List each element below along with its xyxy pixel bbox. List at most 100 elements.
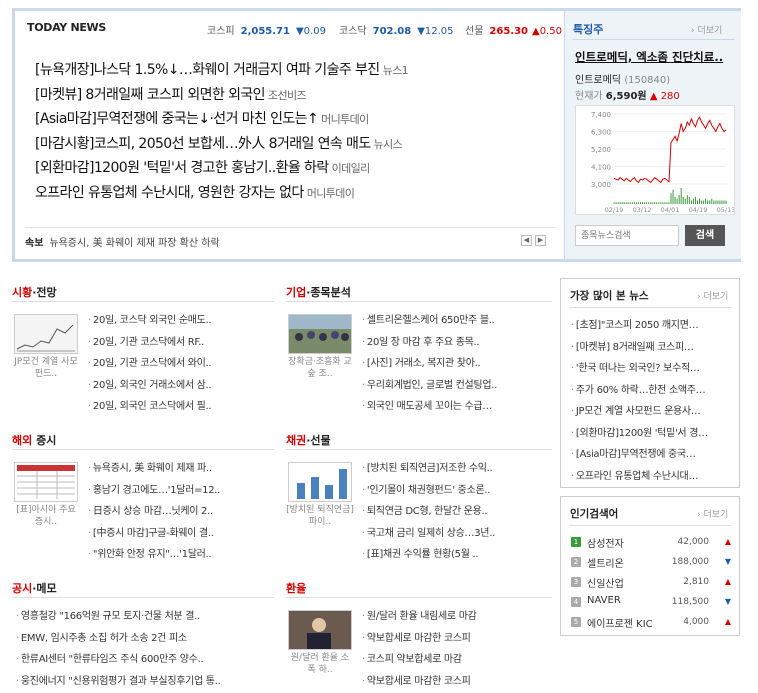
- divider: [12, 449, 274, 450]
- section-title[interactable]: 공시·메모: [12, 580, 57, 596]
- featured-stock-name[interactable]: 인트로메딕 (150840): [575, 71, 670, 86]
- list-item[interactable]: [中증시 마감]구글-화웨이 결..: [88, 524, 220, 546]
- kospi-index[interactable]: 코스피2,055.71▼0.09: [207, 22, 326, 37]
- x-tick-label: 04/01: [661, 206, 680, 214]
- headline-text[interactable]: [뉴욕개장]나스닥 1.5%↓…화웨이 거래금지 여파 기술주 부진: [35, 62, 380, 78]
- popular-item[interactable]: 4NAVER118,500▼: [571, 595, 737, 615]
- kospi-change: ▼0.09: [296, 26, 326, 37]
- featured-more-link[interactable]: › 더보기: [691, 23, 722, 36]
- thumbnail-caption[interactable]: [표]아시아 주요 증시..: [12, 504, 80, 528]
- list-item[interactable]: 20일, 코스닥 외국인 순매도..: [88, 311, 211, 333]
- bond-thumbnail[interactable]: [288, 462, 352, 502]
- keyword[interactable]: 삼성전자: [587, 535, 624, 550]
- popular-item[interactable]: 2셀트리온188,000▼: [571, 555, 737, 575]
- list-item[interactable]: 국고채 금리 일제히 상승…3년..: [362, 524, 495, 546]
- price-value: 6,590원: [606, 91, 647, 102]
- list-item[interactable]: '인기몰이 채권형펀드' 중소론..: [362, 481, 495, 503]
- keyword[interactable]: 셀트리온: [587, 555, 624, 570]
- search-button[interactable]: 검색: [685, 225, 725, 246]
- popular-item[interactable]: 1삼성전자42,000▲: [571, 535, 737, 555]
- headline-item[interactable]: [마감시황]코스피, 2050선 보합세…外人 8거래일 연속 매도뉴시스: [35, 133, 555, 158]
- thumbnail-caption[interactable]: 장확금·조흥화 교 숲 조..: [286, 356, 354, 380]
- keyword[interactable]: 신일산업: [587, 575, 624, 590]
- list-item[interactable]: 약보합세로 마감한 코스피: [362, 629, 477, 651]
- list-item[interactable]: 한류AI센터 "한류타임즈 주식 600만주 양수..: [16, 650, 220, 672]
- company-photo[interactable]: [288, 314, 352, 354]
- list-item[interactable]: 주가 60% 하락…한전 소액주…: [571, 381, 733, 403]
- thumbnail-caption[interactable]: 원/달러 환율 소 폭 하..: [286, 652, 354, 676]
- list-item[interactable]: 20일, 외국인 코스닥에서 필..: [88, 397, 211, 419]
- headline-text[interactable]: [Asia마감]무역전쟁에 중국는↓·선거 마친 인도는↑: [35, 111, 318, 127]
- kosdaq-index[interactable]: 코스닥702.08▼12.05: [339, 22, 454, 37]
- list-item[interactable]: 뉴욕증시, 美 화웨이 제재 파..: [88, 459, 220, 481]
- headline-source: 조선비즈: [268, 89, 306, 102]
- headline-item[interactable]: [마켓뷰] 8거래일째 코스피 외면한 외국인조선비즈: [35, 84, 555, 109]
- market-thumbnail[interactable]: [14, 314, 78, 354]
- thumbnail-caption[interactable]: JP모건 계열 사모펀드..: [12, 356, 80, 380]
- list-item[interactable]: [Asia마감]무역전쟁에 중국…: [571, 445, 733, 467]
- breaking-text[interactable]: 뉴욕증시, 美 화웨이 제재 파장 확산 하락: [49, 238, 219, 249]
- list-item[interactable]: JP모건 계열 사모펀드 운용사…: [571, 402, 733, 424]
- list-item[interactable]: [표]채권 수익률 현황(5월 ..: [362, 545, 495, 567]
- section-title[interactable]: 시황·전망: [12, 284, 57, 300]
- stock-news-search-input[interactable]: [575, 225, 679, 246]
- futures-index[interactable]: 선물265.30▲0.50: [465, 22, 562, 37]
- headline-text[interactable]: [마켓뷰] 8거래일째 코스피 외면한 외국인: [35, 87, 265, 103]
- list-item[interactable]: 영흥철강 "166억원 규모 토지·건물 처분 결..: [16, 607, 220, 629]
- x-tick-label: 05/13: [717, 206, 734, 214]
- list-item[interactable]: 셀트리온헬스케어 650만주 블..: [362, 311, 497, 333]
- popular-more-link[interactable]: › 더보기: [697, 507, 728, 520]
- featured-headline[interactable]: 인트로메딕, 엑소좀 진단치료..: [575, 49, 735, 65]
- forex-photo[interactable]: [288, 610, 352, 650]
- keyword-price: 188,000: [672, 557, 709, 567]
- most-read-title: 가장 많이 본 뉴스: [570, 288, 649, 303]
- list-item[interactable]: [사진] 거래소, 복지관 찾아..: [362, 354, 497, 376]
- list-item[interactable]: [초점]"코스피 2050 깨지면…: [571, 316, 733, 338]
- list-item[interactable]: EMW, 임시주총 소집 허가 소송 2건 피소: [16, 629, 220, 651]
- list-item[interactable]: 외국인 매도공세 꼬이는 수급…: [362, 397, 497, 419]
- section-title[interactable]: 기업·종목분석: [286, 284, 351, 300]
- list-item[interactable]: 20일, 기관 코스닥에서 와이..: [88, 354, 211, 376]
- headline-text[interactable]: 오프라인 유통업체 수난시대, 영원한 강자는 없다: [35, 185, 304, 201]
- list-item[interactable]: 日증시 상승 마감…닛케이 2..: [88, 502, 220, 524]
- list-item[interactable]: 원/달러 환율 내림세로 마감: [362, 607, 477, 629]
- list-item[interactable]: 20일 장 마감 후 주요 종목..: [362, 333, 497, 355]
- list-item[interactable]: 퇴직연금 DC형, 한달간 운용..: [362, 502, 495, 524]
- list-item[interactable]: 코스피 약보합세로 마감: [362, 650, 477, 672]
- headline-item[interactable]: 오프라인 유통업체 수난시대, 영원한 강자는 없다머니투데이: [35, 182, 555, 207]
- list-item[interactable]: 20일, 기관 코스닥에서 RF..: [88, 333, 211, 355]
- popular-item[interactable]: 3신일산업2,810▲: [571, 575, 737, 595]
- list-item[interactable]: 우리회계법인, 글로벌 컨설팅업..: [362, 376, 497, 398]
- overseas-thumbnail[interactable]: [14, 462, 78, 502]
- thumbnail-caption[interactable]: [방치된 퇴직연금]파이..: [286, 504, 354, 528]
- headline-item[interactable]: [Asia마감]무역전쟁에 중국는↓·선거 마친 인도는↑머니투데이: [35, 108, 555, 133]
- list-item[interactable]: 홍남기 경고에도…'1달러=12..: [88, 481, 220, 503]
- prev-arrow-icon[interactable]: ◀: [521, 235, 532, 246]
- y-tick-label: 6,300: [591, 129, 611, 137]
- list-item[interactable]: 오프라인 유통업체 수난시대…: [571, 467, 733, 489]
- list-item[interactable]: [마켓뷰] 8거래일째 코스피…: [571, 338, 733, 360]
- most-read-more-link[interactable]: › 더보기: [697, 289, 728, 302]
- list-item[interactable]: "위안화 안정 유지"…'1달러..: [88, 545, 220, 567]
- headline-text[interactable]: [외환마감]1200원 '턱밑'서 경고한 홍남기..환율 하락: [35, 160, 329, 176]
- headline-text[interactable]: [마감시황]코스피, 2050선 보합세…外人 8거래일 연속 매도: [35, 136, 371, 152]
- list-item[interactable]: '한국 떠나는 외국인? 보수적…: [571, 359, 733, 381]
- news-list: 20일, 코스닥 외국인 순매도.. 20일, 기관 코스닥에서 RF.. 20…: [88, 311, 211, 419]
- section-title[interactable]: 채권·선물: [286, 432, 331, 448]
- section-title[interactable]: 환율: [286, 580, 306, 596]
- keyword[interactable]: 에이프로젠 KIC: [587, 615, 653, 630]
- next-arrow-icon[interactable]: ▶: [535, 235, 546, 246]
- keyword[interactable]: NAVER: [587, 595, 621, 606]
- list-item[interactable]: 20일, 외국인 거래소에서 삼..: [88, 376, 211, 398]
- keyword-price: 118,500: [672, 597, 709, 607]
- headline-item[interactable]: [외환마감]1200원 '턱밑'서 경고한 홍남기..환율 하락이데일리: [35, 157, 555, 182]
- headline-source: 뉴시스: [374, 138, 403, 151]
- list-item[interactable]: [외환마감]1200원 '턱밑'서 경…: [571, 424, 733, 446]
- news-list: 원/달러 환율 내림세로 마감 약보합세로 마감한 코스피 코스피 약보합세로 …: [362, 607, 477, 693]
- section-title[interactable]: 해외 증시: [12, 432, 56, 448]
- news-list: [방치된 퇴직연금]저조한 수익.. '인기몰이 채권형펀드' 중소론.. 퇴직…: [362, 459, 495, 567]
- headline-item[interactable]: [뉴욕개장]나스닥 1.5%↓…화웨이 거래금지 여파 기술주 부진뉴스1: [35, 59, 555, 84]
- popular-item[interactable]: 5에이프로젠 KIC4,000▲: [571, 615, 737, 635]
- list-item[interactable]: [방치된 퇴직연금]저조한 수익..: [362, 459, 495, 481]
- title-part: 기업: [286, 286, 306, 299]
